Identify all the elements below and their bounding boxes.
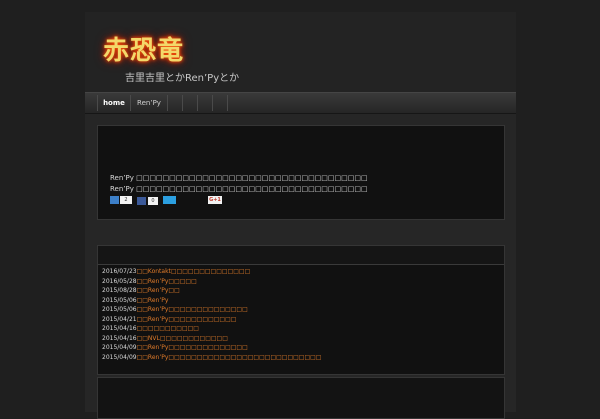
news-panel: 2016/07/23□□Kontakt□□□□□□□□□□□□□□ 2016/05… xyxy=(97,245,505,375)
site-header: 赤恐竜 吉里吉里とかRen’Pyとか xyxy=(85,12,516,92)
facebook-icon[interactable] xyxy=(137,197,146,205)
news-date: 2015/04/21 xyxy=(102,315,137,323)
nav-divider xyxy=(182,95,183,111)
news-date: 2015/05/06 xyxy=(102,296,137,304)
news-item: 2015/08/28□□Ren’Py□□ xyxy=(102,287,180,294)
main-nav: home Ren’Py xyxy=(85,92,516,114)
nav-divider xyxy=(197,95,198,111)
site-logo[interactable]: 赤恐竜 xyxy=(103,30,184,67)
news-date: 2015/05/06 xyxy=(102,306,137,313)
nav-divider xyxy=(167,95,168,111)
news-link[interactable]: □□Ren’Py□□□□□□□□□□□□ xyxy=(137,316,237,323)
news-date: 2015/08/28 xyxy=(102,287,137,294)
news-item: 2015/04/21□□Ren’Py□□□□□□□□□□□□ xyxy=(102,316,236,323)
news-link[interactable]: □□NVL□□□□□□□□□□□□ xyxy=(137,335,228,342)
nav-item-renpy[interactable]: Ren’Py xyxy=(131,93,167,113)
news-item: 2015/05/06□□Ren’Py xyxy=(102,297,168,304)
nav-divider xyxy=(227,95,228,111)
google-plus-button[interactable]: G+1 xyxy=(208,196,222,204)
news-item: 2015/04/09□□Ren’Py□□□□□□□□□□□□□□ xyxy=(102,344,248,351)
news-date: 2016/07/23 xyxy=(102,268,137,275)
news-date: 2015/04/09 xyxy=(102,344,137,351)
news-item: 2016/05/28□□Ren’Py□□□□□ xyxy=(102,278,197,285)
news-link[interactable]: □□Ren’Py□□ xyxy=(137,287,180,294)
hatena-count: 2 xyxy=(120,196,132,204)
news-date: 2016/05/28 xyxy=(102,277,137,285)
news-link[interactable]: □□Ren’Py□□□□□□□□□□□□□□□□□□□□□□□□□□□ xyxy=(137,354,322,361)
hatena-bookmark-icon[interactable] xyxy=(110,196,119,204)
site-tagline: 吉里吉里とかRen’Pyとか xyxy=(125,73,240,84)
nav-item-home[interactable]: home xyxy=(98,93,130,113)
facebook-count: 0 xyxy=(148,197,158,205)
news-link[interactable]: □□Ren’Py xyxy=(137,297,169,304)
news-date: 2015/04/16 xyxy=(102,334,137,342)
news-link[interactable]: □□Ren’Py□□□□□□□□□□□□□□ xyxy=(137,306,248,313)
news-item: 2015/04/09□□Ren’Py□□□□□□□□□□□□□□□□□□□□□□… xyxy=(102,354,321,361)
twitter-icon[interactable] xyxy=(163,196,176,204)
news-link[interactable]: □□Ren’Py□□□□□ xyxy=(137,278,197,285)
news-date: 2015/04/09 xyxy=(102,353,137,361)
news-link[interactable]: □□Ren’Py□□□□□□□□□□□□□□ xyxy=(137,344,248,351)
news-header xyxy=(98,246,504,265)
news-item: 2015/04/16□□□□□□□□□□□ xyxy=(102,325,199,332)
news-date: 2015/04/16 xyxy=(102,325,137,332)
intro-text-line: Ren’Py □□□□□□□□□□□□□□□□□□□□□□□□□□□□□□□□□… xyxy=(110,185,368,193)
intro-text-line: Ren’Py □□□□□□□□□□□□□□□□□□□□□□□□□□□□□□□□□… xyxy=(110,174,368,182)
intro-panel: Ren’Py □□□□□□□□□□□□□□□□□□□□□□□□□□□□□□□□□… xyxy=(97,125,505,220)
news-item: 2016/07/23□□Kontakt□□□□□□□□□□□□□□ xyxy=(102,268,250,275)
next-panel xyxy=(97,377,505,419)
page-frame: 赤恐竜 吉里吉里とかRen’Pyとか home Ren’Py Ren’Py □□… xyxy=(85,12,516,419)
nav-divider xyxy=(212,95,213,111)
news-item: 2015/04/16□□NVL□□□□□□□□□□□□ xyxy=(102,335,228,342)
news-link[interactable]: □□Kontakt□□□□□□□□□□□□□□ xyxy=(137,268,251,275)
news-item: 2015/05/06□□Ren’Py□□□□□□□□□□□□□□ xyxy=(102,306,248,313)
news-link[interactable]: □□□□□□□□□□□ xyxy=(137,325,199,332)
